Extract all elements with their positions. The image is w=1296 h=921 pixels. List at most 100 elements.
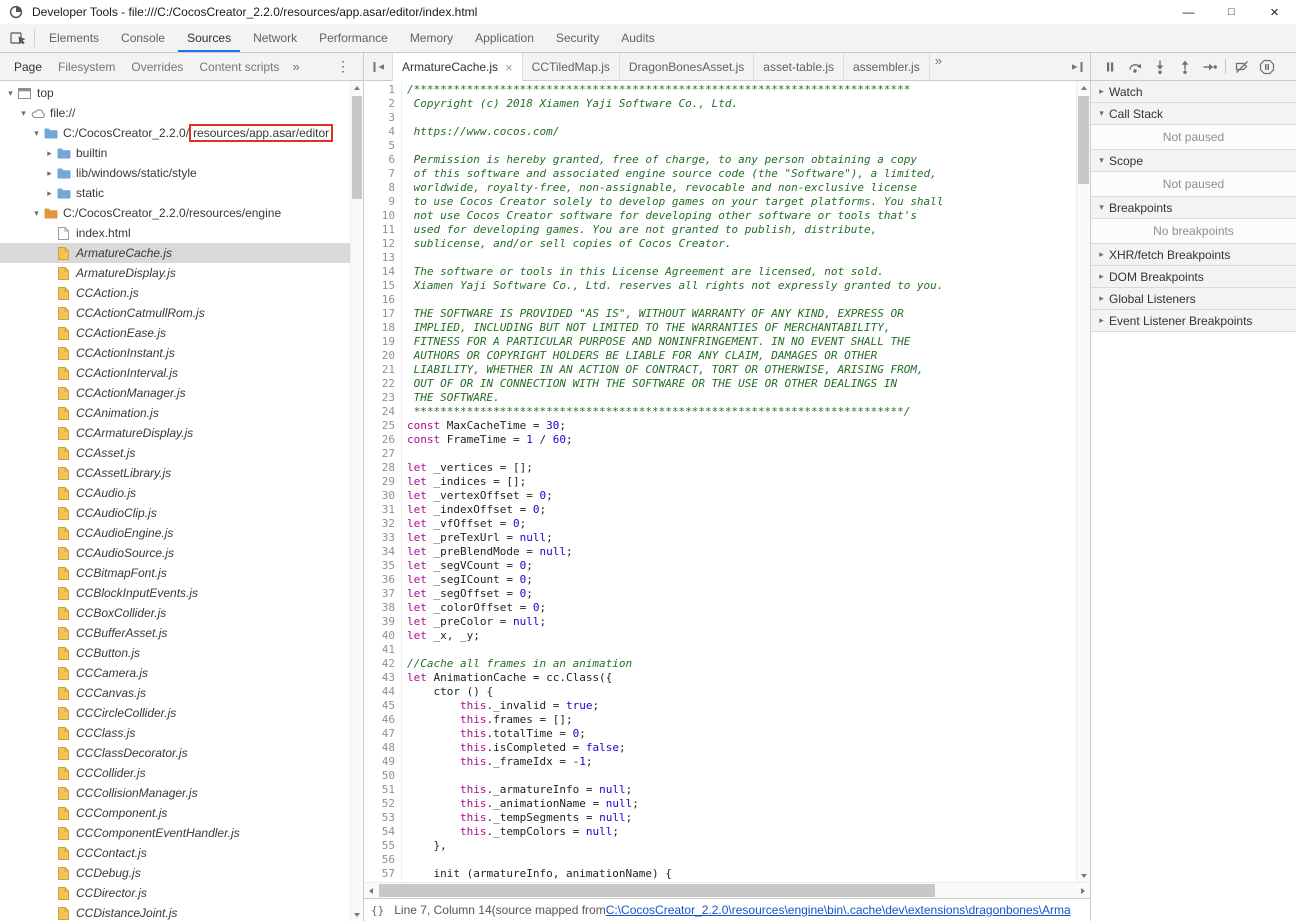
code-line[interactable]: used for developing games. You are not g… <box>407 223 1090 237</box>
tree-item-top[interactable]: ▾top <box>0 83 350 103</box>
code-line[interactable]: LIABILITY, WHETHER IN AN ACTION OF CONTR… <box>407 363 1090 377</box>
code-line[interactable] <box>407 251 1090 265</box>
section-xhr-fetch-breakpoints[interactable]: ▸XHR/fetch Breakpoints <box>1091 244 1296 266</box>
scroll-up-icon[interactable] <box>351 81 363 94</box>
tree-item-ccbutton-js[interactable]: CCButton.js <box>0 643 350 663</box>
code-line[interactable]: //Cache all frames in an animation <box>407 657 1090 671</box>
line-number[interactable]: 23 <box>364 391 401 405</box>
code-line[interactable]: Permission is hereby granted, free of ch… <box>407 153 1090 167</box>
tree-item-ccbitmapfont-js[interactable]: CCBitmapFont.js <box>0 563 350 583</box>
tree-item-cccomponenteventhandler-js[interactable]: CCComponentEventHandler.js <box>0 823 350 843</box>
step-over-icon[interactable] <box>1122 54 1147 80</box>
editor-tabs-overflow-icon[interactable]: » <box>930 53 947 68</box>
section-breakpoints[interactable]: ▾Breakpoints <box>1091 197 1296 219</box>
code-line[interactable]: let _indices = []; <box>407 475 1090 489</box>
line-number[interactable]: 45 <box>364 699 401 713</box>
maximize-button[interactable]: □ <box>1210 0 1253 24</box>
code-line[interactable]: ctor () { <box>407 685 1090 699</box>
line-number[interactable]: 44 <box>364 685 401 699</box>
line-number[interactable]: 13 <box>364 251 401 265</box>
inspect-icon[interactable] <box>5 24 31 52</box>
line-number[interactable]: 42 <box>364 657 401 671</box>
line-number[interactable]: 41 <box>364 643 401 657</box>
section-call-stack[interactable]: ▾Call Stack <box>1091 103 1296 125</box>
tree-expanded-icon[interactable]: ▾ <box>17 108 30 119</box>
tree-expanded-icon[interactable]: ▾ <box>30 208 43 219</box>
line-number[interactable]: 8 <box>364 181 401 195</box>
line-number[interactable]: 2 <box>364 97 401 111</box>
navigator-menu-icon[interactable]: ⋮ <box>327 53 359 80</box>
line-number[interactable]: 19 <box>364 335 401 349</box>
code-line[interactable]: let _segVCount = 0; <box>407 559 1090 573</box>
line-number[interactable]: 16 <box>364 293 401 307</box>
line-number[interactable]: 35 <box>364 559 401 573</box>
tree-item-ccactionmanager-js[interactable]: CCActionManager.js <box>0 383 350 403</box>
code-line[interactable] <box>407 111 1090 125</box>
code-line[interactable]: IMPLIED, INCLUDING BUT NOT LIMITED TO TH… <box>407 321 1090 335</box>
tree-item-ccaction-js[interactable]: CCAction.js <box>0 283 350 303</box>
line-number[interactable]: 26 <box>364 433 401 447</box>
line-number[interactable]: 11 <box>364 223 401 237</box>
line-number[interactable]: 6 <box>364 153 401 167</box>
line-number[interactable]: 46 <box>364 713 401 727</box>
tab-performance[interactable]: Performance <box>310 24 397 52</box>
tree-item-ccasset-js[interactable]: CCAsset.js <box>0 443 350 463</box>
section-global-listeners[interactable]: ▸Global Listeners <box>1091 288 1296 310</box>
code-line[interactable]: ****************************************… <box>407 405 1090 419</box>
line-number[interactable]: 21 <box>364 363 401 377</box>
step-into-icon[interactable] <box>1147 54 1172 80</box>
tree-item-cccollider-js[interactable]: CCCollider.js <box>0 763 350 783</box>
minimize-button[interactable]: — <box>1167 0 1210 24</box>
editor-horizontal-scrollbar[interactable] <box>364 882 1090 898</box>
tree-item-armaturedisplay-js[interactable]: ArmatureDisplay.js <box>0 263 350 283</box>
code-line[interactable]: let _segICount = 0; <box>407 573 1090 587</box>
line-number[interactable]: 7 <box>364 167 401 181</box>
line-number[interactable]: 1 <box>364 83 401 97</box>
tree-item-cccomponent-js[interactable]: CCComponent.js <box>0 803 350 823</box>
tab-console[interactable]: Console <box>112 24 174 52</box>
line-number[interactable]: 34 <box>364 545 401 559</box>
code-line[interactable]: to use Cocos Creator solely to develop g… <box>407 195 1090 209</box>
code-editor[interactable]: 1234567891011121314151617181920212223242… <box>364 81 1090 882</box>
code-line[interactable]: let AnimationCache = cc.Class({ <box>407 671 1090 685</box>
tree-collapsed-icon[interactable]: ▸ <box>43 188 56 199</box>
step-out-icon[interactable] <box>1172 54 1197 80</box>
pretty-print-icon[interactable]: {} <box>371 904 384 917</box>
toggle-debugger-icon[interactable] <box>1064 53 1090 80</box>
code-line[interactable]: AUTHORS OR COPYRIGHT HOLDERS BE LIABLE F… <box>407 349 1090 363</box>
editor-tab-dragonbonesasset-js[interactable]: DragonBonesAsset.js <box>620 53 754 80</box>
line-number[interactable]: 30 <box>364 489 401 503</box>
tree-expanded-icon[interactable]: ▾ <box>30 128 43 139</box>
section-event-listener-breakpoints[interactable]: ▸Event Listener Breakpoints <box>1091 310 1296 332</box>
editor-tab-asset-table-js[interactable]: asset-table.js <box>754 53 844 80</box>
line-number[interactable]: 4 <box>364 125 401 139</box>
code-line[interactable]: Xiamen Yaji Software Co., Ltd. reserves … <box>407 279 1090 293</box>
tree-item-ccboxcollider-js[interactable]: CCBoxCollider.js <box>0 603 350 623</box>
tab-elements[interactable]: Elements <box>40 24 108 52</box>
line-number[interactable]: 15 <box>364 279 401 293</box>
tree-item-ccaudioengine-js[interactable]: CCAudioEngine.js <box>0 523 350 543</box>
code-line[interactable]: THE SOFTWARE. <box>407 391 1090 405</box>
tree-item-c-cocoscreator-2-2-0-resources-app-asar-editor[interactable]: ▾C:/CocosCreator_2.2.0/resources/app.asa… <box>0 123 350 143</box>
pause-icon[interactable] <box>1097 54 1122 80</box>
pause-on-exceptions-icon[interactable] <box>1254 54 1279 80</box>
code-line[interactable]: sublicense, and/or sell copies of Cocos … <box>407 237 1090 251</box>
tree-item-index-html[interactable]: index.html <box>0 223 350 243</box>
tree-item-cccamera-js[interactable]: CCCamera.js <box>0 663 350 683</box>
navigator-scrollbar[interactable] <box>350 81 363 921</box>
line-number[interactable]: 25 <box>364 419 401 433</box>
tree-item-ccclass-js[interactable]: CCClass.js <box>0 723 350 743</box>
line-number[interactable]: 9 <box>364 195 401 209</box>
line-number[interactable]: 54 <box>364 825 401 839</box>
code-line[interactable]: this._frameIdx = -1; <box>407 755 1090 769</box>
line-number[interactable]: 18 <box>364 321 401 335</box>
tree-item-cccirclecollider-js[interactable]: CCCircleCollider.js <box>0 703 350 723</box>
code-line[interactable]: let _indexOffset = 0; <box>407 503 1090 517</box>
line-number[interactable]: 14 <box>364 265 401 279</box>
tree-item-ccaudiosource-js[interactable]: CCAudioSource.js <box>0 543 350 563</box>
section-dom-breakpoints[interactable]: ▸DOM Breakpoints <box>1091 266 1296 288</box>
code-line[interactable] <box>407 447 1090 461</box>
code-line[interactable]: let _colorOffset = 0; <box>407 601 1090 615</box>
line-number[interactable]: 57 <box>364 867 401 881</box>
code-line[interactable]: const FrameTime = 1 / 60; <box>407 433 1090 447</box>
